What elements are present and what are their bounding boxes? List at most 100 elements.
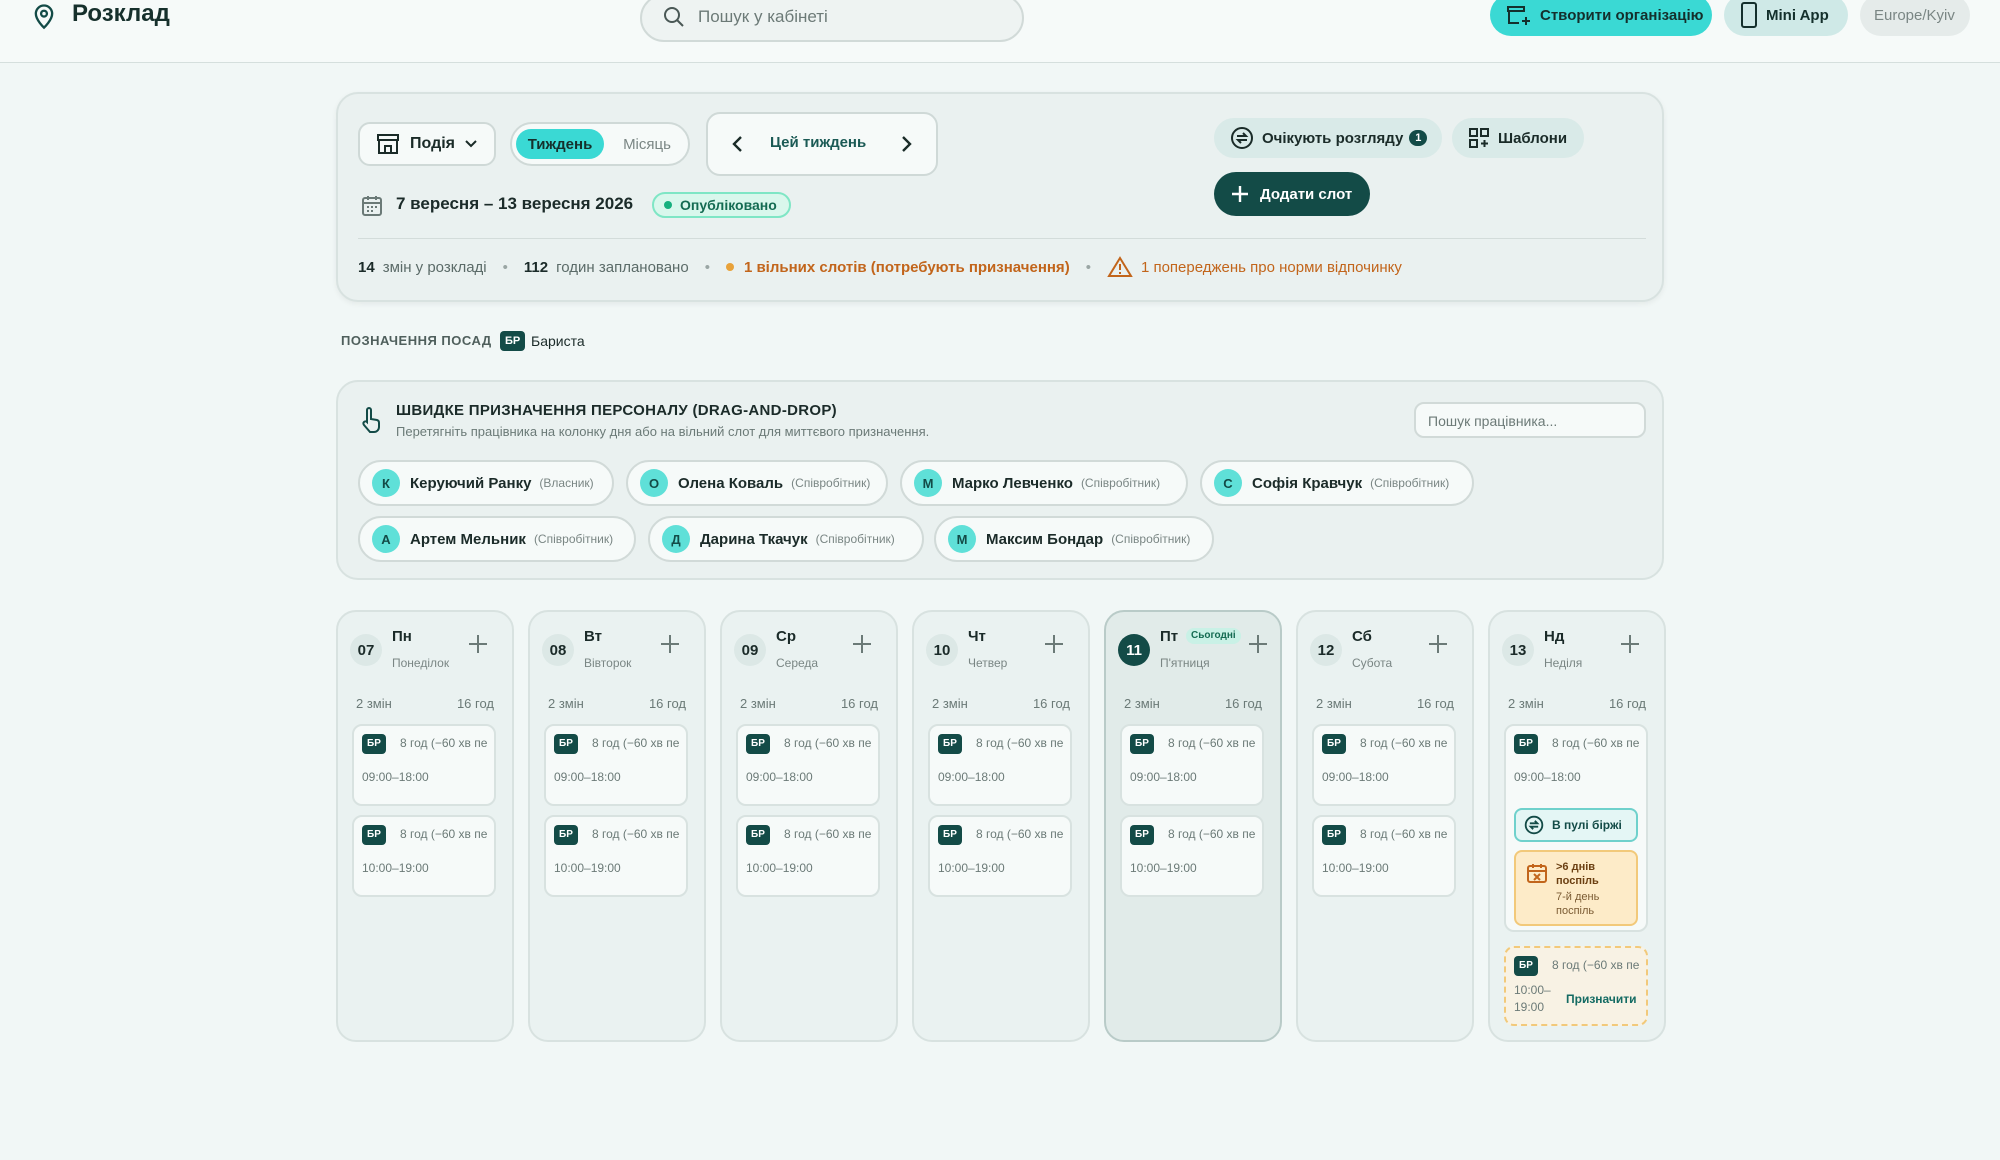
day-short-name: Чт — [968, 628, 986, 645]
day-short-name: Вт — [584, 628, 602, 645]
create-organization-button[interactable]: Створити організацію — [1490, 0, 1712, 36]
position-badge: БР — [362, 734, 386, 754]
shifts-label: змін у розкладі — [382, 258, 487, 276]
shift-time: 10:00–19:00 — [1322, 861, 1389, 875]
plus-icon[interactable] — [850, 632, 874, 656]
search-box[interactable] — [640, 0, 1024, 42]
day-column-monday[interactable]: 07 Пн Понеділок 2 змін 16 год БР 8 год (… — [336, 610, 514, 1042]
shift-card[interactable]: БР 8 год (−60 хв пе 09:00–18:00 — [544, 724, 688, 806]
store-icon — [377, 134, 399, 154]
shift-duration: 8 год (−60 хв пе — [784, 827, 872, 841]
worker-role: (Співробітник) — [1111, 532, 1191, 546]
worker-chip[interactable]: К Керуючий Ранку (Власник) — [358, 460, 614, 506]
day-short-name: Ср — [776, 628, 796, 645]
shift-card[interactable]: БР 8 год (−60 хв пе 09:00–18:00 — [736, 724, 880, 806]
shift-card[interactable]: БР 8 год (−60 хв пе 10:00–19:00 — [1120, 815, 1264, 897]
open-slot-card[interactable]: БР 8 год (−60 хв пе 10:00–19:00 Призначи… — [1504, 946, 1648, 1026]
worker-name: Олена Коваль — [678, 474, 784, 492]
position-badge: БР — [1322, 734, 1346, 754]
worker-search-input[interactable] — [1428, 411, 1628, 431]
plus-icon[interactable] — [466, 632, 490, 656]
position-badge: БР — [500, 331, 526, 351]
position-badge: БР — [746, 734, 770, 754]
shift-duration: 8 год (−60 хв пе — [1552, 736, 1640, 750]
shift-card[interactable]: БР 8 год (−60 хв пе 09:00–18:00 — [352, 724, 496, 806]
templates-button[interactable]: Шаблони — [1452, 118, 1584, 158]
view-month-tab[interactable]: Місяць — [608, 129, 686, 159]
shift-time: 10:00–19:00 — [938, 861, 1005, 875]
shift-time: 10:00–19:00 — [746, 861, 813, 875]
view-switcher: Тиждень Місяць — [510, 122, 690, 166]
day-column-friday[interactable]: 11 Пт Сьогодні П'ятниця 2 змін 16 год БР… — [1104, 610, 1282, 1042]
shifts-count: 14 — [358, 258, 375, 276]
worker-chip[interactable]: Д Дарина Ткачук (Співробітник) — [648, 516, 924, 562]
day-shift-count: 2 змін — [740, 696, 776, 711]
shift-card[interactable]: БР 8 год (−60 хв пе 09:00–18:00 — [1120, 724, 1264, 806]
plus-icon[interactable] — [1042, 632, 1066, 656]
shift-card[interactable]: БР 8 год (−60 хв пе 09:00–18:00 — [1312, 724, 1456, 806]
worker-chip[interactable]: С Софія Кравчук (Співробітник) — [1200, 460, 1474, 506]
day-column-saturday[interactable]: 12 Сб Субота 2 змін 16 год БР 8 год (−60… — [1296, 610, 1474, 1042]
exchange-pool-label: В пулі біржі — [1552, 818, 1622, 832]
shift-duration: 8 год (−60 хв пе — [976, 827, 1064, 841]
shift-card[interactable]: БР 8 год (−60 хв пе 09:00–18:00 — [928, 724, 1072, 806]
exchange-pool-badge[interactable]: В пулі біржі — [1514, 808, 1638, 842]
shift-card[interactable]: БР 8 год (−60 хв пе 10:00–19:00 — [352, 815, 496, 897]
location-pin-icon — [34, 4, 54, 30]
day-column-sunday[interactable]: 13 Нд Неділя 2 змін 16 год БР 8 год (−60… — [1488, 610, 1666, 1042]
grid-add-icon — [1469, 128, 1489, 148]
current-week-button[interactable]: Цей тиждень — [770, 134, 866, 151]
worker-name: Керуючий Ранку — [410, 474, 532, 492]
view-week-tab[interactable]: Тиждень — [516, 129, 604, 159]
separator-dot: • — [502, 258, 508, 276]
shift-card[interactable]: БР 8 год (−60 хв пе 10:00–19:00 — [544, 815, 688, 897]
plus-icon[interactable] — [1426, 632, 1450, 656]
free-slots-warning[interactable]: 1 вільних слотів (потребують призначення… — [744, 259, 1070, 276]
event-dropdown[interactable]: Подія — [358, 122, 496, 166]
rest-norms-warning[interactable]: 1 попереджень про норми відпочинку — [1141, 259, 1402, 276]
day-column-tuesday[interactable]: 08 Вт Вівторок 2 змін 16 год БР 8 год (−… — [528, 610, 706, 1042]
chevron-right-icon[interactable] — [894, 132, 918, 156]
day-shift-count: 2 змін — [548, 696, 584, 711]
worker-chip[interactable]: А Артем Мельник (Співробітник) — [358, 516, 636, 562]
shift-time: 10:00–19:00 — [362, 861, 429, 875]
worker-search-box[interactable] — [1414, 402, 1646, 438]
shift-card[interactable]: БР 8 год (−60 хв пе 10:00–19:00 — [736, 815, 880, 897]
streak-subtitle: 7-й день поспіль — [1556, 891, 1600, 917]
day-hours: 16 год — [1416, 696, 1454, 711]
shift-duration: 8 год (−60 хв пе — [592, 827, 680, 841]
chevron-left-icon[interactable] — [726, 132, 750, 156]
pending-review-button[interactable]: Очікують розгляду 1 — [1214, 118, 1442, 158]
worker-name: Дарина Ткачук — [700, 530, 808, 548]
search-input[interactable] — [698, 4, 998, 30]
worker-chip[interactable]: М Марко Левченко (Співробітник) — [900, 460, 1188, 506]
day-column-wednesday[interactable]: 09 Ср Середа 2 змін 16 год БР 8 год (−60… — [720, 610, 898, 1042]
shift-card[interactable]: БР 8 год (−60 хв пе 10:00–19:00 — [1312, 815, 1456, 897]
add-slot-label: Додати слот — [1260, 185, 1353, 203]
assign-button[interactable]: Призначити — [1566, 992, 1637, 1006]
day-number: 07 — [350, 634, 382, 666]
shift-card[interactable]: БР 8 год (−60 хв пе 09:00–18:00 В пулі б… — [1504, 724, 1648, 932]
mini-app-button[interactable]: Mini App — [1724, 0, 1848, 36]
add-slot-button[interactable]: Додати слот — [1214, 172, 1370, 216]
plus-icon[interactable] — [1246, 632, 1270, 656]
day-shift-count: 2 змін — [1124, 696, 1160, 711]
day-shift-count: 2 змін — [932, 696, 968, 711]
day-shift-count: 2 змін — [1508, 696, 1544, 711]
day-column-thursday[interactable]: 10 Чт Четвер 2 змін 16 год БР 8 год (−60… — [912, 610, 1090, 1042]
shift-card[interactable]: БР 8 год (−60 хв пе 10:00–19:00 — [928, 815, 1072, 897]
shift-duration: 8 год (−60 хв пе — [592, 736, 680, 750]
top-bar: Розклад Створити організацію Mini App Eu… — [0, 0, 2000, 63]
position-badge: БР — [746, 825, 770, 845]
timezone-button[interactable]: Europe/Kyiv — [1860, 0, 1970, 36]
plus-icon[interactable] — [1618, 632, 1642, 656]
worker-role: (Власник) — [539, 476, 594, 490]
phone-icon — [1741, 2, 1757, 28]
worker-chip[interactable]: М Максим Бондар (Співробітник) — [934, 516, 1214, 562]
create-organization-label: Створити організацію — [1540, 6, 1704, 24]
plus-icon — [1232, 186, 1248, 202]
shift-time: 09:00–18:00 — [1514, 770, 1581, 784]
plus-icon[interactable] — [658, 632, 682, 656]
worker-name: Марко Левченко — [952, 474, 1073, 492]
worker-chip[interactable]: О Олена Коваль (Співробітник) — [626, 460, 888, 506]
